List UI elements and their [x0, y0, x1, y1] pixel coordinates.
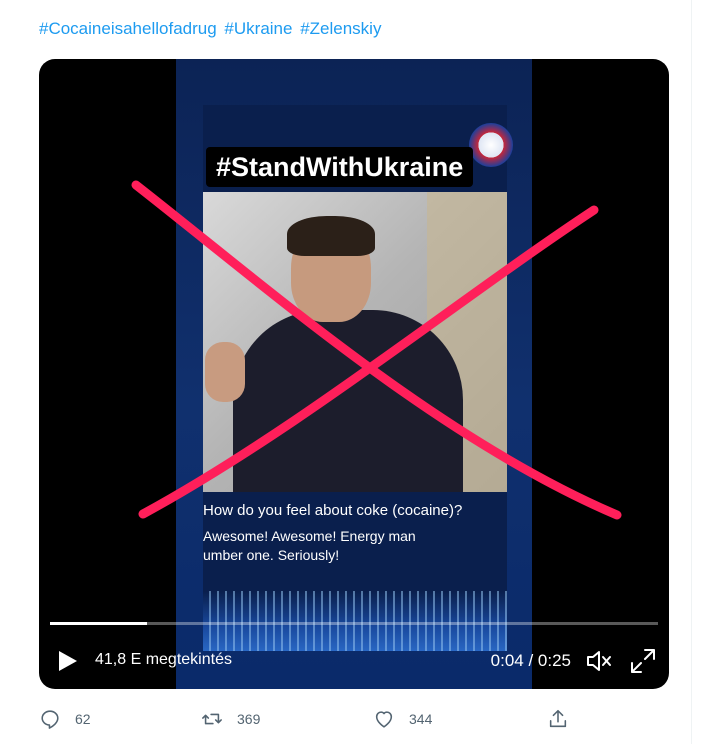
- share-button[interactable]: [547, 705, 583, 733]
- like-button[interactable]: 344: [373, 705, 432, 733]
- subtitle-answer-line: umber one. Seriously!: [203, 547, 340, 563]
- tweet-hashtags: #Cocaineisahellofadrug #Ukraine #Zelensk…: [39, 19, 384, 39]
- video-time: 0:04 / 0:25: [490, 651, 571, 670]
- play-button[interactable]: [57, 649, 79, 673]
- video-controls: 41,8 E megtekintés 0:04 / 0:25: [39, 641, 669, 681]
- video-subtitles: How do you feel about coke (cocaine)? Aw…: [203, 502, 523, 565]
- hashtag-link[interactable]: #Zelenskiy: [300, 19, 381, 38]
- video-still-image: [203, 192, 507, 492]
- video-player[interactable]: How do you feel about coke (cocaine)? Aw…: [39, 59, 669, 689]
- fullscreen-button[interactable]: [629, 647, 657, 675]
- volume-button[interactable]: [585, 648, 613, 674]
- like-count: 344: [409, 711, 433, 727]
- retweet-count: 369: [237, 711, 261, 727]
- stand-with-ukraine-banner: #StandWithUkraine: [206, 147, 474, 187]
- video-progress-fill: [50, 622, 148, 625]
- subtitle-answer-line: Awesome! Awesome! Energy man: [203, 528, 416, 544]
- hashtag-link[interactable]: #Cocaineisahellofadrug: [39, 19, 217, 38]
- subtitle-question: How do you feel about coke (cocaine)?: [203, 502, 463, 519]
- video-progress-bar[interactable]: [50, 622, 658, 625]
- share-icon: [549, 709, 567, 728]
- video-frame: How do you feel about coke (cocaine)? Aw…: [176, 59, 532, 689]
- reply-icon: [41, 710, 59, 729]
- retweet-icon: [202, 713, 222, 725]
- channel-logo: [469, 123, 513, 167]
- play-icon: [59, 651, 77, 671]
- reply-count: 62: [75, 711, 91, 727]
- retweet-button[interactable]: 369: [201, 705, 260, 733]
- reply-button[interactable]: 62: [39, 705, 91, 733]
- heart-icon: [375, 711, 393, 728]
- hashtag-link[interactable]: #Ukraine: [224, 19, 292, 38]
- column-divider: [691, 0, 692, 744]
- tweet-actions: 62 369 344: [39, 705, 579, 733]
- view-count: 41,8 E megtekintés: [95, 651, 232, 668]
- speaker-muted-icon: [587, 651, 611, 671]
- fullscreen-icon: [631, 649, 655, 673]
- subtitle-answer: Awesome! Awesome! Energy man umber one. …: [203, 527, 523, 565]
